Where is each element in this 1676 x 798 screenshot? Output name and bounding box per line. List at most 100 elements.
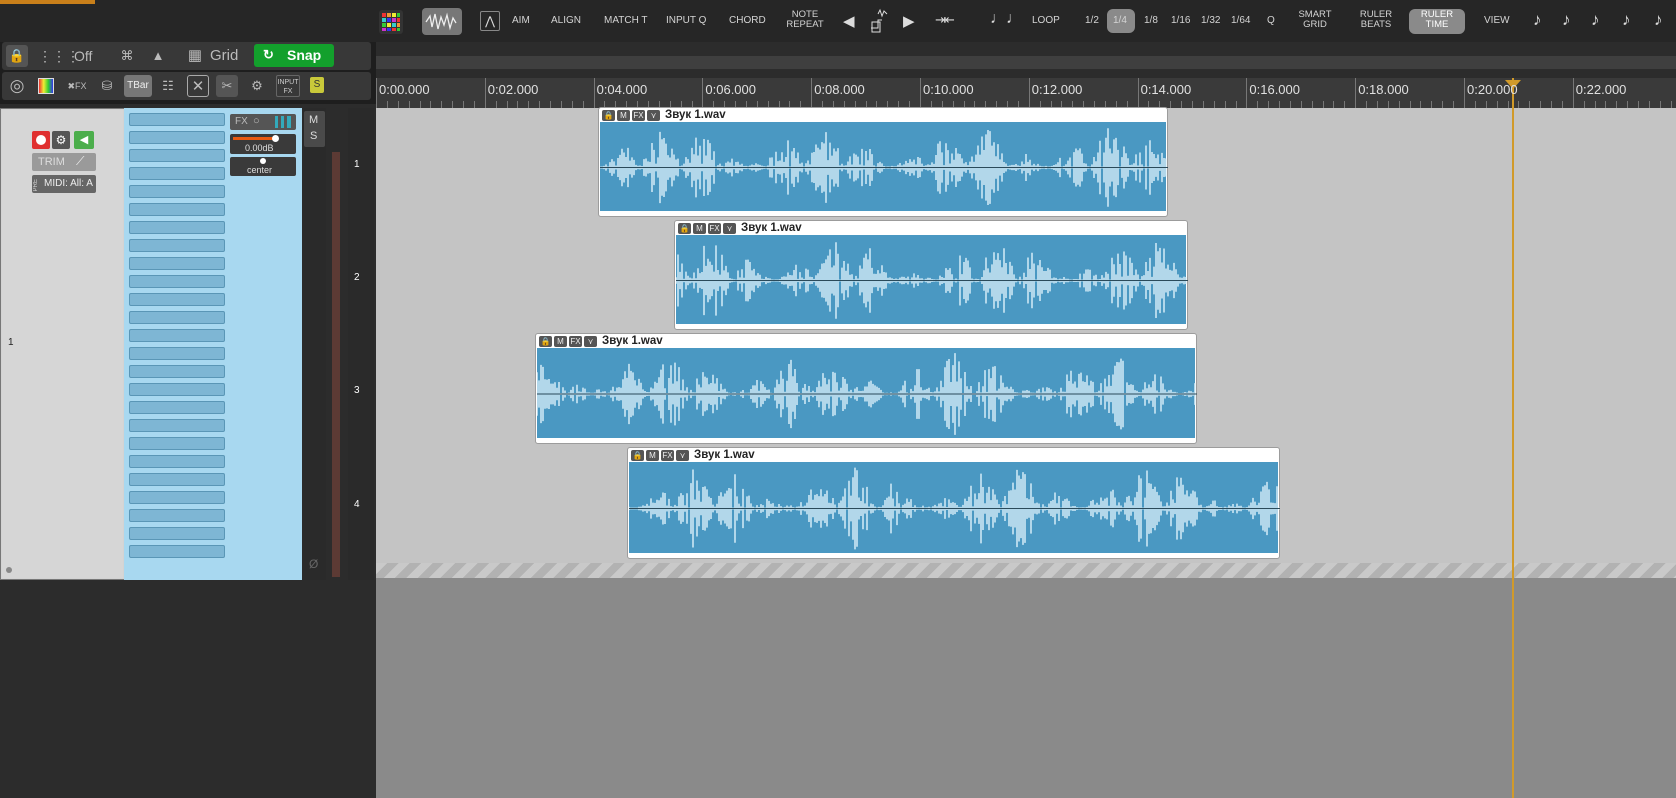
color-swatch-icon[interactable] — [35, 75, 57, 97]
fx-slot[interactable] — [129, 149, 225, 162]
fx-slot[interactable] — [129, 545, 225, 558]
note-down-icon[interactable]: ♪ — [1562, 10, 1571, 30]
monitor-icon[interactable]: ◀ — [74, 131, 94, 149]
lock-icon[interactable]: 🔒 — [602, 110, 615, 121]
fx-slot[interactable] — [129, 527, 225, 540]
envelope-aim-icon[interactable]: ⋀ — [480, 11, 500, 31]
media-item[interactable]: 🔒 M FX ⋎ Звук 1.wav — [598, 107, 1168, 217]
lock-icon[interactable]: 🔒 — [539, 336, 552, 347]
aim-button[interactable]: AIM — [512, 15, 530, 26]
media-item[interactable]: 🔒 M FX ⋎ Звук 1.wav — [627, 447, 1280, 559]
lock-icon[interactable]: 🔒 — [6, 45, 28, 67]
ruler-beats-button[interactable]: RULER BEATS — [1356, 10, 1396, 30]
empty-arrange-area[interactable] — [376, 578, 1676, 798]
media-item[interactable]: 🔒 M FX ⋎ Звук 1.wav — [674, 220, 1188, 330]
item-mute-button[interactable]: M — [617, 110, 630, 121]
metronome-icon[interactable]: ▲ — [147, 45, 169, 67]
ruler-time-button[interactable]: RULER TIME — [1417, 10, 1457, 30]
grid-division-1-64[interactable]: 1/64 — [1231, 15, 1250, 26]
fx-slot[interactable] — [129, 401, 225, 414]
fx-slot[interactable] — [129, 185, 225, 198]
resize-handle[interactable] — [6, 567, 12, 573]
smart-grid-button[interactable]: SMART GRID — [1295, 10, 1335, 30]
note-up-icon[interactable]: ♪ — [1591, 10, 1600, 30]
routing-icon[interactable]: ⚙ — [246, 75, 268, 97]
fx-slot[interactable] — [129, 509, 225, 522]
note-insert-icon[interactable]: ♪ — [1533, 10, 1542, 30]
scissors-icon[interactable]: ✂ — [216, 75, 238, 97]
match-t-button[interactable]: MATCH T — [604, 15, 648, 26]
fx-slot[interactable] — [129, 257, 225, 270]
grid-dots-icon[interactable]: ⋮⋮⋮ — [38, 45, 80, 67]
quantize-button[interactable]: Q — [1267, 15, 1275, 26]
grid-division-1-32[interactable]: 1/32 — [1201, 15, 1220, 26]
fx-slot[interactable] — [129, 221, 225, 234]
item-fx-button[interactable]: FX — [708, 223, 721, 234]
nudge-split-icon[interactable]: ⇥⇤ — [935, 12, 955, 28]
note-pair-icon[interactable]: ♩♩ — [990, 10, 1022, 28]
volume-fader-knob[interactable] — [272, 135, 279, 142]
track-settings-icon[interactable]: ⚙ — [52, 131, 70, 149]
tempo-envelope-icon[interactable] — [868, 8, 892, 34]
item-fx-button[interactable]: FX — [661, 450, 674, 461]
empty-envelope-icon[interactable]: ✕ — [187, 75, 209, 97]
item-fx-button[interactable]: FX — [632, 110, 645, 121]
fx-slot[interactable] — [129, 491, 225, 504]
lock-icon[interactable]: 🔒 — [678, 223, 691, 234]
envelope-icon[interactable]: ⋎ — [647, 110, 660, 121]
fx-bypass-icon[interactable]: ✖FX — [66, 75, 88, 97]
envelope-icon[interactable]: ⋎ — [676, 450, 689, 461]
input-fx-button[interactable]: INPUT FX — [276, 75, 300, 97]
media-item[interactable]: 🔒 M FX ⋎ Звук 1.wav — [535, 333, 1197, 444]
grid-label[interactable]: Grid — [210, 47, 238, 64]
fx-slot[interactable] — [129, 473, 225, 486]
fx-slot[interactable] — [129, 383, 225, 396]
mute-button[interactable]: M — [309, 114, 318, 126]
fx-slot[interactable] — [129, 347, 225, 360]
volume-fader[interactable]: 0.00dB — [230, 134, 296, 154]
loop-button[interactable]: LOOP — [1032, 15, 1060, 26]
grid-icon[interactable]: ▦ — [184, 45, 206, 67]
tbar-button[interactable]: TBar — [124, 75, 152, 97]
lock-icon[interactable]: 🔒 — [631, 450, 644, 461]
item-mute-button[interactable]: M — [693, 223, 706, 234]
note-more-icon[interactable]: ♪ — [1654, 10, 1663, 30]
chord-button[interactable]: CHORD — [729, 15, 766, 26]
fx-slot[interactable] — [129, 419, 225, 432]
note-edit-icon[interactable]: ♪ — [1622, 10, 1631, 30]
phase-icon[interactable]: Ø — [309, 557, 318, 571]
folder-icon[interactable]: ⛁ — [96, 75, 118, 97]
fx-slot[interactable] — [129, 167, 225, 180]
item-mute-button[interactable]: M — [646, 450, 659, 461]
fx-button[interactable]: FX ○ — [230, 114, 296, 130]
view-button[interactable]: VIEW — [1484, 15, 1510, 26]
trim-mode-button[interactable]: TRIM ⟋ — [32, 153, 96, 171]
mixer-icon[interactable]: ☷ — [157, 75, 179, 97]
pan-knob[interactable]: center — [230, 157, 296, 176]
fx-slot[interactable] — [129, 329, 225, 342]
envelope-icon[interactable]: ⋎ — [723, 223, 736, 234]
solo-button[interactable]: S — [310, 130, 317, 142]
midi-input-button[interactable]: PRE MIDI: All: A — [32, 175, 96, 193]
fx-slot[interactable] — [129, 455, 225, 468]
grid-division-1-16[interactable]: 1/16 — [1171, 15, 1190, 26]
triangle-left-icon[interactable]: ◀ — [843, 12, 855, 30]
note-repeat-button[interactable]: NOTE REPEAT — [785, 10, 825, 30]
snap-button[interactable]: ↻ Snap — [254, 44, 334, 67]
item-mute-button[interactable]: M — [554, 336, 567, 347]
triangle-right-icon[interactable]: ▶ — [903, 12, 915, 30]
fx-slot[interactable] — [129, 311, 225, 324]
color-grid-icon[interactable] — [379, 10, 403, 34]
grid-division-1-2[interactable]: 1/2 — [1085, 15, 1099, 26]
item-fx-button[interactable]: FX — [569, 336, 582, 347]
record-mode-icon[interactable]: ◎ — [6, 75, 28, 97]
ripple-icon[interactable]: ⌘ — [116, 45, 138, 67]
solo-badge[interactable]: S — [310, 77, 324, 93]
fx-slot[interactable] — [129, 113, 225, 126]
waveform-toggle-icon[interactable] — [422, 8, 462, 35]
grid-division-1-4[interactable]: 1/4 — [1113, 15, 1127, 26]
grid-division-1-8[interactable]: 1/8 — [1144, 15, 1158, 26]
record-arm-button[interactable] — [32, 131, 50, 149]
input-q-button[interactable]: INPUT Q — [666, 15, 706, 26]
play-cursor[interactable] — [1512, 78, 1514, 798]
